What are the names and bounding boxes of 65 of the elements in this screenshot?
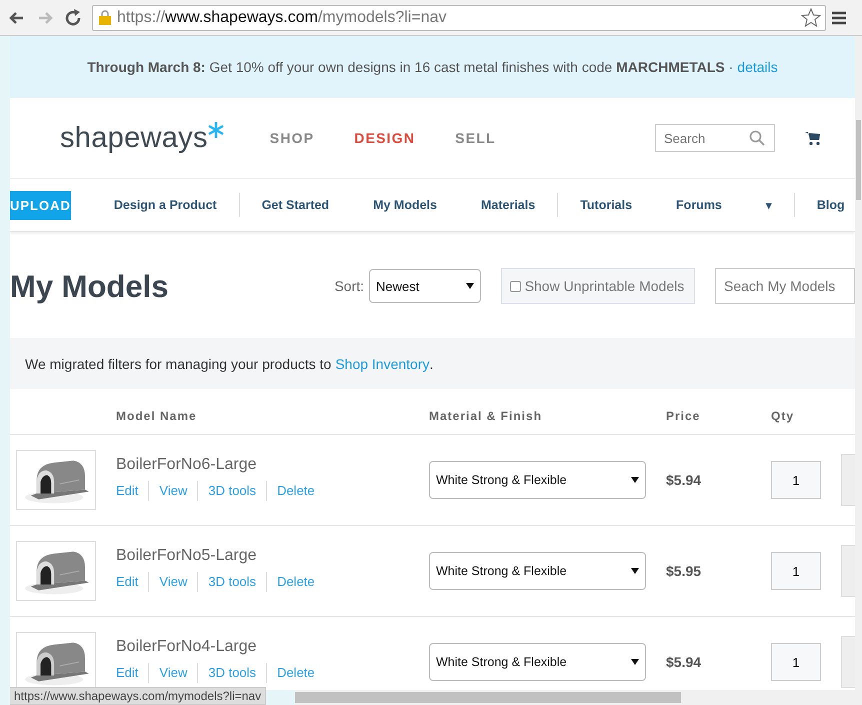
column-header: Model Name <box>116 409 198 425</box>
caret-icon <box>631 477 639 483</box>
checkbox[interactable] <box>510 280 521 292</box>
notice-text: We migrated filters for managing your products to <box>25 356 332 372</box>
caret-icon <box>631 568 639 574</box>
dropdown-caret[interactable]: ▾ <box>744 198 794 212</box>
action-link[interactable]: View <box>149 662 198 682</box>
price: $5.94 <box>666 472 702 488</box>
notice-period: . <box>430 356 434 372</box>
action-link[interactable]: Delete <box>267 662 325 682</box>
nav-link[interactable]: Get Started <box>240 198 352 212</box>
nav-link[interactable]: Forums <box>654 198 744 212</box>
logo[interactable]: shapeways <box>60 122 208 154</box>
sort-label: Sort: <box>334 278 364 294</box>
quantity-field[interactable]: 1 <box>771 552 821 590</box>
column-header: Material & Finish <box>429 409 544 425</box>
action-link[interactable]: Delete <box>267 572 325 592</box>
action-link[interactable]: View <box>149 572 198 592</box>
url-text: https://www.shapeways.com/mymodels?li=nav <box>117 8 448 26</box>
menu-icon[interactable] <box>832 10 846 24</box>
price: $5.94 <box>666 654 702 670</box>
nav-tab[interactable]: DESIGN <box>354 130 416 146</box>
action-link[interactable]: 3D tools <box>198 662 268 682</box>
action-link[interactable]: Edit <box>116 662 150 682</box>
action-link[interactable]: View <box>149 480 198 500</box>
price: $5.95 <box>666 563 702 579</box>
model-search-field[interactable]: Seach My Models <box>715 268 855 304</box>
sort-select[interactable]: Newest <box>369 269 481 303</box>
promo-text: Through March 8: Get 10% off your own designs in 16 cast metal finishes with code MARCHMETALS · <box>87 59 734 75</box>
caret-icon <box>466 283 474 289</box>
address-bar[interactable]: https://www.shapeways.com/mymodels?li=nav <box>92 4 826 30</box>
nav-tab[interactable]: SELL <box>455 130 496 146</box>
asterisk-icon <box>208 122 224 138</box>
action-link[interactable]: 3D tools <box>198 572 268 592</box>
nav-tab[interactable]: SHOP <box>270 130 314 146</box>
page-title: My Models <box>10 269 168 305</box>
model-name[interactable]: BoilerForNo4-Large <box>116 638 325 656</box>
nav-link[interactable]: Blog <box>794 198 855 212</box>
material-select[interactable]: White Strong & Flexible <box>429 461 646 499</box>
action-link[interactable]: 3D tools <box>198 480 268 500</box>
search-field[interactable]: Search <box>655 124 775 152</box>
lock-warning-icon <box>97 10 113 26</box>
status-url: https://www.shapeways.com/mymodels?li=nav <box>10 687 266 705</box>
nav-link[interactable]: Tutorials <box>558 198 654 212</box>
scrollbar-thumb[interactable] <box>856 120 861 200</box>
action-link[interactable]: Delete <box>267 480 325 500</box>
action-link[interactable]: Edit <box>116 480 150 500</box>
cart-icon[interactable] <box>805 130 821 146</box>
quantity-field[interactable]: 1 <box>771 643 821 681</box>
star-icon[interactable] <box>801 8 821 28</box>
scrollbar-thumb[interactable] <box>295 692 681 703</box>
column-header: Price <box>666 409 702 425</box>
material-select[interactable]: White Strong & Flexible <box>429 643 646 681</box>
action-link[interactable]: Edit <box>116 572 150 592</box>
nav-link[interactable]: Materials <box>458 198 558 212</box>
search-icon[interactable] <box>749 130 765 146</box>
nav-link[interactable]: My Models <box>351 198 459 212</box>
material-select[interactable]: White Strong & Flexible <box>429 552 646 590</box>
model-name[interactable]: BoilerForNo5-Large <box>116 546 325 564</box>
model-name[interactable]: BoilerForNo6-Large <box>116 456 325 474</box>
caret-icon <box>631 659 639 665</box>
checkbox-label: Show Unprintable Models <box>524 278 684 294</box>
column-header: Qty <box>771 409 796 425</box>
quantity-field[interactable]: 1 <box>771 461 821 499</box>
nav-link[interactable]: Design a Product <box>92 198 239 212</box>
